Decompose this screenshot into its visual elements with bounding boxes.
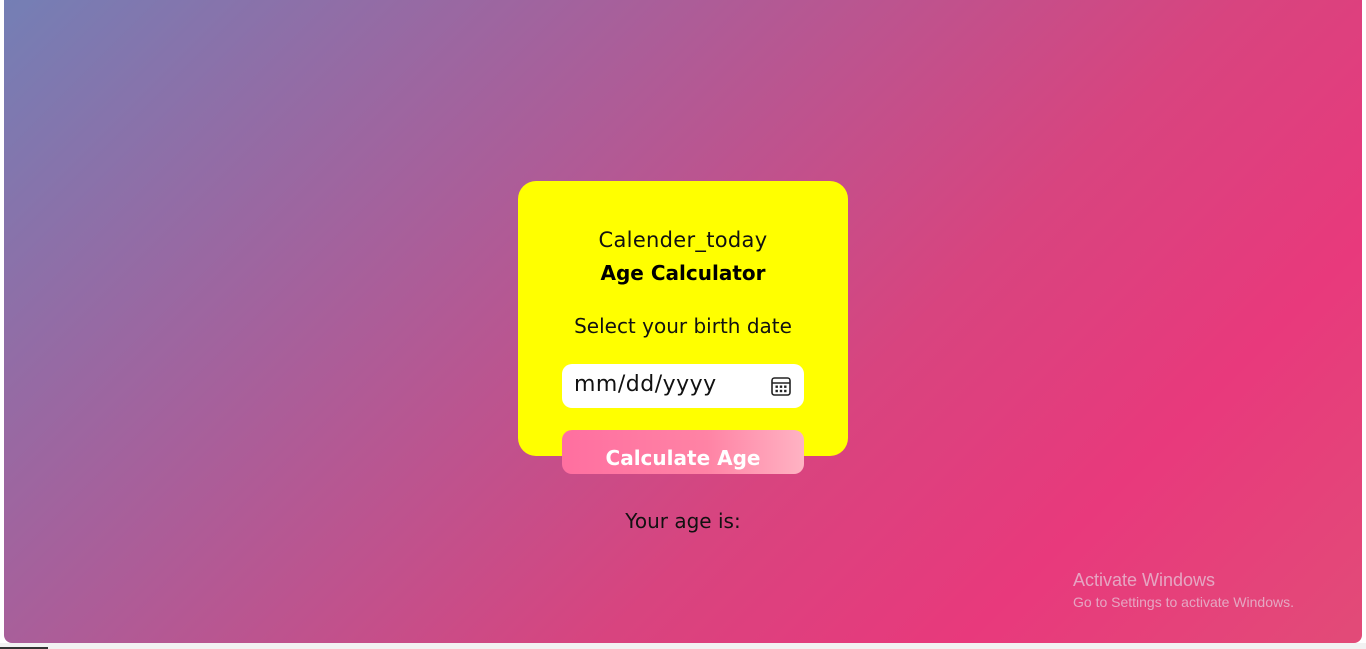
calculate-age-button[interactable]: Calculate Age xyxy=(562,430,804,474)
calculator-card: Calender_today Age Calculator Select you… xyxy=(518,181,848,456)
taskbar-edge xyxy=(0,643,1366,649)
page-title: Age Calculator xyxy=(600,261,766,285)
birth-date-prompt: Select your birth date xyxy=(574,314,792,338)
watermark-title: Activate Windows xyxy=(1073,570,1216,590)
date-placeholder: mm/dd/yyyy xyxy=(574,372,717,397)
age-result: Your age is: xyxy=(625,509,741,533)
app-window: Calender_today Age Calculator Select you… xyxy=(4,0,1362,643)
calendar-title: Calender_today xyxy=(598,228,768,252)
calendar-icon[interactable] xyxy=(770,375,792,397)
birth-date-input[interactable]: mm/dd/yyyy xyxy=(562,364,804,408)
watermark-subtitle: Go to Settings to activate Windows. xyxy=(1073,594,1294,610)
activate-windows-watermark: Activate Windows Go to Settings to activ… xyxy=(1073,570,1294,610)
